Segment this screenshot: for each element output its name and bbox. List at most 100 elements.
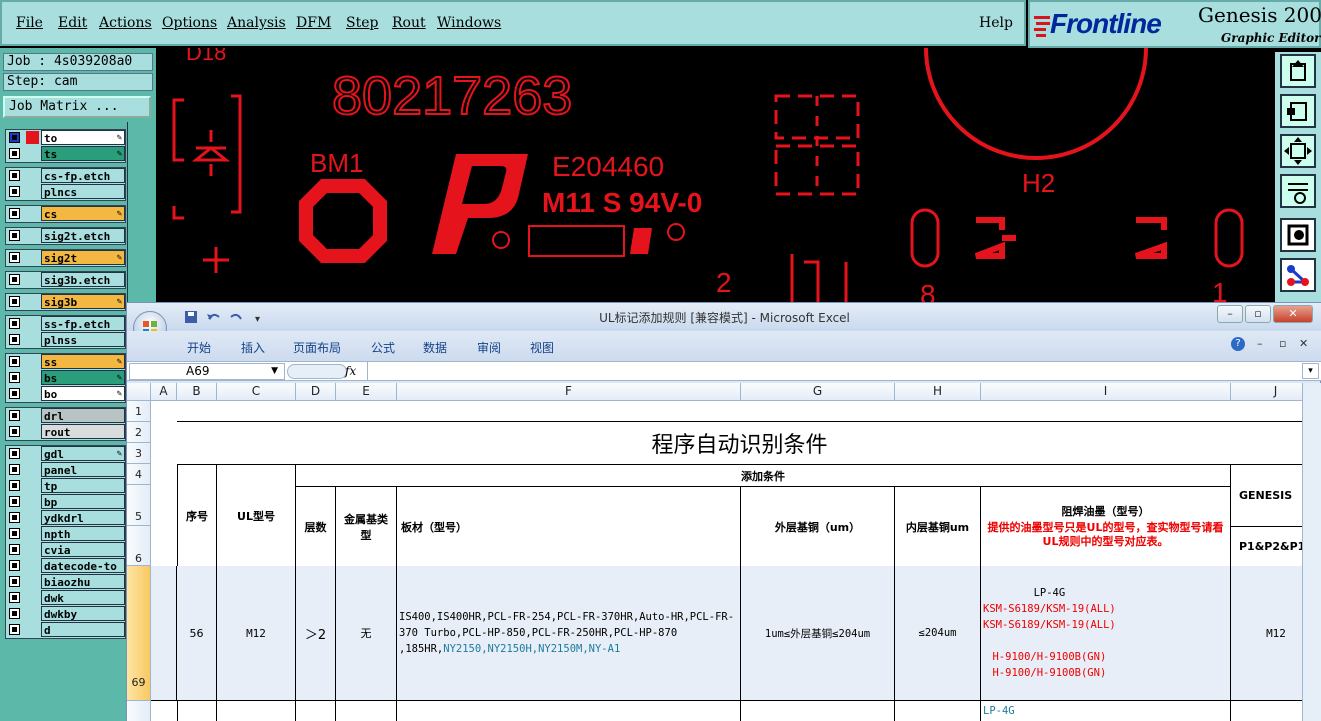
layer-checkbox[interactable] bbox=[9, 528, 20, 539]
layer-name[interactable]: ss ✎ bbox=[41, 354, 125, 369]
row69-solder-mask[interactable]: LP-4G KSM-S6189/KSM-19(ALL) KSM-S6189/KSM-… bbox=[981, 566, 1231, 701]
layer-checkbox[interactable] bbox=[9, 148, 20, 159]
layer-row[interactable]: bp bbox=[6, 494, 127, 510]
row-header-4[interactable]: 4 bbox=[127, 464, 151, 485]
ribbon-close-icon[interactable]: ✕ bbox=[1299, 337, 1308, 350]
layer-name[interactable]: rout bbox=[41, 424, 125, 439]
row69-inner-cu[interactable]: ≤204um bbox=[895, 566, 981, 701]
layer-checkbox[interactable] bbox=[9, 356, 20, 367]
layer-row[interactable]: ss-fp.etch bbox=[6, 316, 127, 332]
layer-checkbox[interactable] bbox=[9, 372, 20, 383]
layer-row[interactable]: gdl ✎ bbox=[6, 446, 127, 462]
layer-checkbox[interactable] bbox=[9, 448, 20, 459]
row69-layers[interactable]: ＞2 bbox=[296, 566, 336, 701]
layer-row[interactable]: sig3b.etch bbox=[6, 272, 127, 288]
col-header-f[interactable]: F bbox=[397, 383, 741, 401]
pcb-canvas[interactable]: D18 80217263 BM1 E204460 M11 S 94V-0 H2 … bbox=[156, 48, 1275, 302]
minimize-button[interactable]: – bbox=[1217, 305, 1243, 323]
layer-checkbox[interactable] bbox=[9, 480, 20, 491]
tab-data[interactable]: 数据 bbox=[423, 339, 447, 356]
tab-insert[interactable]: 插入 bbox=[241, 339, 265, 356]
row-header-70[interactable] bbox=[127, 701, 151, 721]
layer-name[interactable]: sig2t ✎ bbox=[41, 250, 125, 265]
tab-view[interactable]: 视图 bbox=[530, 339, 554, 356]
menu-file[interactable]: File bbox=[16, 15, 43, 31]
row69-outer-cu[interactable]: 1um≤外层基铜≤204um bbox=[741, 566, 895, 701]
row69-genesis[interactable]: M12 bbox=[1231, 566, 1302, 701]
menu-rout[interactable]: Rout bbox=[392, 15, 426, 31]
name-box[interactable]: A69 ▼ bbox=[129, 363, 285, 380]
layer-name[interactable]: cs-fp.etch bbox=[41, 168, 125, 183]
layer-row[interactable]: sig2t.etch bbox=[6, 228, 127, 244]
row70-layers[interactable] bbox=[296, 701, 336, 721]
row70-metal-base[interactable] bbox=[336, 701, 397, 721]
row70-inner-cu[interactable] bbox=[895, 701, 981, 721]
menu-windows[interactable]: Windows bbox=[437, 15, 501, 31]
job-matrix-button[interactable]: Job Matrix ... bbox=[3, 96, 151, 118]
layer-row[interactable]: plnss bbox=[6, 332, 127, 348]
snap-icon[interactable] bbox=[1280, 218, 1316, 252]
row69-ul-type[interactable]: M12 bbox=[217, 566, 296, 701]
layer-name[interactable]: sig3b.etch bbox=[41, 272, 125, 287]
spreadsheet-grid[interactable]: A B C D E F G H I J 1 2 3 4 5 6 69 程序自动识… bbox=[127, 383, 1302, 721]
row69-seq[interactable]: 56 bbox=[177, 566, 217, 701]
layer-checkbox[interactable] bbox=[9, 592, 20, 603]
row70-seq[interactable] bbox=[177, 701, 217, 721]
layer-name[interactable]: plnss bbox=[41, 332, 125, 347]
layer-name[interactable]: biaozhu bbox=[41, 574, 125, 589]
layer-name[interactable]: cvia bbox=[41, 542, 125, 557]
menu-analysis[interactable]: Analysis bbox=[227, 15, 286, 31]
layer-checkbox[interactable] bbox=[9, 496, 20, 507]
layer-row[interactable]: bs ✎ bbox=[6, 370, 127, 386]
layer-row[interactable]: rout bbox=[6, 424, 127, 440]
layer-name[interactable]: tp bbox=[41, 478, 125, 493]
tab-page-layout[interactable]: 页面布局 bbox=[293, 339, 341, 356]
layer-color-swatch[interactable] bbox=[26, 131, 39, 144]
net-connect-icon[interactable] bbox=[1280, 258, 1316, 292]
layer-row[interactable]: panel bbox=[6, 462, 127, 478]
layer-name[interactable]: dwk bbox=[41, 590, 125, 605]
layer-row[interactable]: biaozhu bbox=[6, 574, 127, 590]
layer-checkbox[interactable] bbox=[9, 624, 20, 635]
tab-home[interactable]: 开始 bbox=[187, 339, 211, 356]
layer-name[interactable]: drl bbox=[41, 408, 125, 423]
layer-row[interactable]: sig2t ✎ bbox=[6, 250, 127, 266]
layer-name[interactable]: ts ✎ bbox=[41, 146, 125, 161]
formula-input[interactable] bbox=[367, 362, 1302, 380]
layer-name[interactable]: sig2t.etch bbox=[41, 228, 125, 243]
layer-checkbox[interactable] bbox=[9, 388, 20, 399]
zoom-home-icon[interactable] bbox=[1280, 54, 1316, 88]
layer-row[interactable]: to ✎ bbox=[6, 130, 127, 146]
layer-row[interactable]: datecode-to bbox=[6, 558, 127, 574]
layer-row[interactable]: ydkdrl bbox=[6, 510, 127, 526]
name-box-dropdown-icon[interactable]: ▼ bbox=[271, 364, 278, 379]
close-button[interactable]: ✕ bbox=[1273, 305, 1313, 323]
layer-checkbox[interactable] bbox=[9, 576, 20, 587]
layer-name[interactable]: panel bbox=[41, 462, 125, 477]
row70-ul-type[interactable] bbox=[217, 701, 296, 721]
layer-checkbox[interactable] bbox=[9, 608, 20, 619]
layer-checkbox[interactable] bbox=[9, 252, 20, 263]
layer-checkbox[interactable] bbox=[9, 208, 20, 219]
tab-formulas[interactable]: 公式 bbox=[371, 339, 395, 356]
col-header-b[interactable]: B bbox=[177, 383, 217, 401]
layer-row[interactable]: sig3b ✎ bbox=[6, 294, 127, 310]
layer-row[interactable]: tp bbox=[6, 478, 127, 494]
row69-metal-base[interactable]: 无 bbox=[336, 566, 397, 701]
layer-name[interactable]: bs ✎ bbox=[41, 370, 125, 385]
layer-name[interactable]: plncs bbox=[41, 184, 125, 199]
layer-name[interactable]: bp bbox=[41, 494, 125, 509]
layer-row[interactable]: cs ✎ bbox=[6, 206, 127, 222]
layer-checkbox[interactable] bbox=[9, 318, 20, 329]
layer-checkbox[interactable] bbox=[9, 410, 20, 421]
col-header-a[interactable]: A bbox=[151, 383, 177, 401]
menu-step[interactable]: Step bbox=[346, 15, 378, 31]
layer-row[interactable]: ss ✎ bbox=[6, 354, 127, 370]
layer-name[interactable]: ss-fp.etch bbox=[41, 316, 125, 331]
layer-row[interactable]: npth bbox=[6, 526, 127, 542]
formula-expand-icon[interactable]: ▾ bbox=[1302, 363, 1319, 379]
layer-checkbox[interactable] bbox=[9, 170, 20, 181]
help-icon[interactable]: ? bbox=[1231, 337, 1245, 351]
layer-checkbox[interactable] bbox=[9, 560, 20, 571]
layer-checkbox[interactable] bbox=[9, 334, 20, 345]
